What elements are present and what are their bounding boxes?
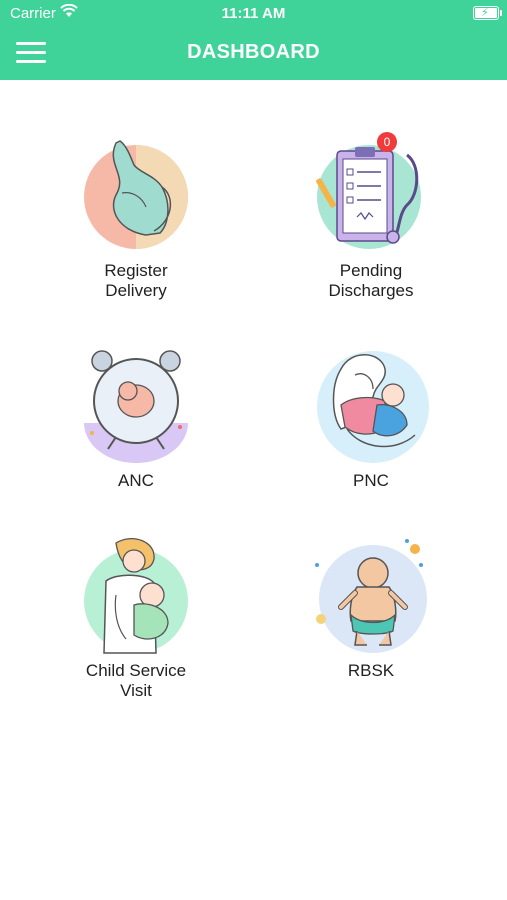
doctor-baby-icon xyxy=(84,538,188,654)
tile-anc[interactable]: ANC xyxy=(26,345,246,491)
app-header: Carrier 11:11 AM ⚡ DASHBOARD xyxy=(0,0,507,80)
tile-label: Pending Discharges xyxy=(328,261,414,300)
tile-label: ANC xyxy=(118,471,154,490)
page-title: DASHBOARD xyxy=(187,41,320,63)
tile-label: RBSK xyxy=(347,661,395,680)
mother-newborn-icon xyxy=(317,351,429,463)
tile-pnc[interactable]: PNC xyxy=(261,345,481,491)
status-bar: Carrier 11:11 AM ⚡ xyxy=(0,0,507,28)
notification-badge: 0 xyxy=(377,132,397,152)
baby-icon xyxy=(315,539,427,653)
tile-rbsk[interactable]: RBSK xyxy=(261,535,481,681)
tile-label: Register Delivery xyxy=(104,261,168,300)
battery-icon: ⚡ xyxy=(473,6,502,20)
tile-child-service-visit[interactable]: Child Service Visit xyxy=(26,535,246,701)
pregnancy-icon xyxy=(84,140,188,249)
tile-label: Child Service Visit xyxy=(85,661,187,700)
clipboard-stethoscope-icon xyxy=(316,145,421,249)
fetus-clock-icon xyxy=(84,350,188,463)
clock: 11:11 AM xyxy=(221,5,286,22)
tile-pending-discharges[interactable]: 0 Pending Discharges xyxy=(261,132,481,301)
tile-label: PNC xyxy=(353,471,389,490)
tile-register-delivery[interactable]: Register Delivery xyxy=(26,135,246,301)
